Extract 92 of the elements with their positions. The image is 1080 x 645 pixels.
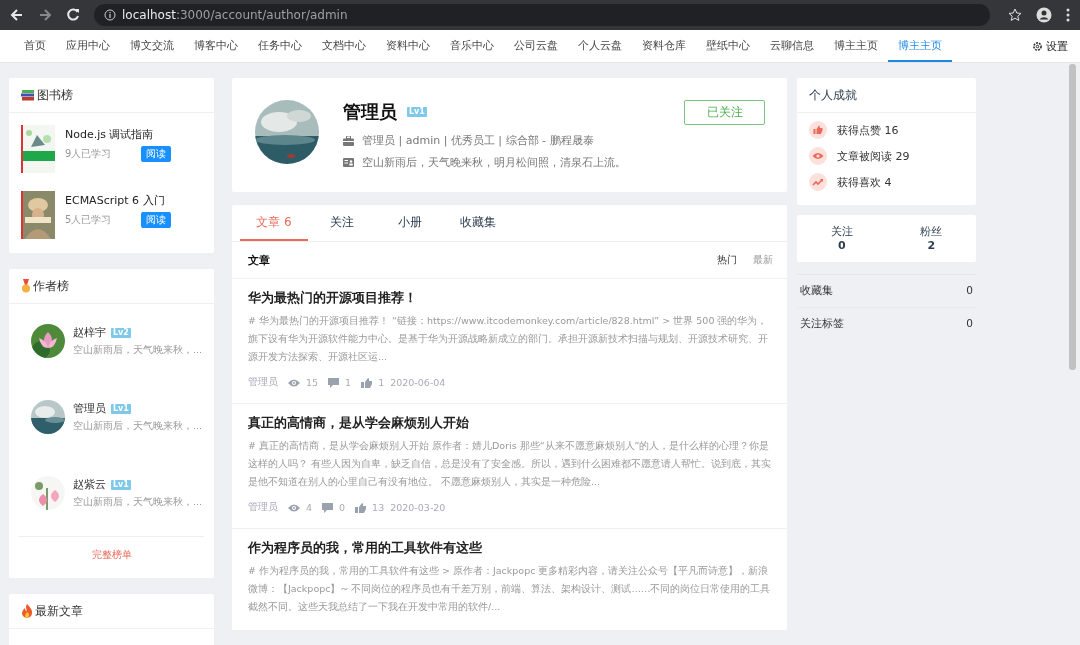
trend-up-icon <box>809 173 827 191</box>
learner-count: 5人已学习 <box>65 213 112 227</box>
author-bio: 空山新雨后，天气晚来秋，... <box>73 420 203 433</box>
nav-item[interactable]: 首页 <box>14 30 56 62</box>
briefcase-icon <box>343 135 354 146</box>
card-title: 作者榜 <box>33 277 69 295</box>
thumbs-up-icon <box>355 502 367 513</box>
article-date: 2020-03-20 <box>390 502 446 513</box>
author-name[interactable]: 赵紫云 <box>73 477 106 492</box>
comment-icon <box>328 377 340 388</box>
nav-item[interactable]: 资料仓库 <box>632 30 696 62</box>
nav-item[interactable]: 壁纸中心 <box>696 30 760 62</box>
profile-bio: 空山新雨后，天气晚来秋，明月松间照，清泉石上流。 <box>362 155 626 170</box>
nav-item[interactable]: 应用中心 <box>56 30 120 62</box>
like-count: 1 <box>378 377 385 388</box>
books-icon <box>21 89 35 101</box>
achievement-text: 获得喜欢 4 <box>837 174 892 190</box>
stat-label[interactable]: 粉丝 <box>920 224 943 239</box>
view-count: 15 <box>306 377 319 388</box>
learner-count: 9人已学习 <box>65 147 112 161</box>
more-icon <box>1066 8 1070 22</box>
card-title: 最新文章 <box>35 602 83 620</box>
profile-info-text: 管理员 | admin | 优秀员工 | 综合部 - 鹏程晟泰 <box>362 133 594 148</box>
nav-item[interactable]: 博主主页 <box>824 30 888 62</box>
tab[interactable]: 关注 <box>308 205 376 241</box>
article-title[interactable]: 真正的高情商，是从学会麻烦别人开始 <box>248 414 773 432</box>
comment-count: 1 <box>345 377 352 388</box>
nav-item[interactable]: 文档中心 <box>312 30 376 62</box>
count-value: 0 <box>966 317 973 331</box>
fire-icon <box>21 604 33 618</box>
forward-icon <box>38 8 52 22</box>
achievement-text: 获得点赞 16 <box>837 122 899 138</box>
article-title[interactable]: 华为最热门的开源项目推荐！ <box>248 289 773 307</box>
star-icon <box>1008 8 1022 22</box>
tab[interactable]: 小册 <box>376 205 444 241</box>
card-title: 个人成就 <box>809 86 857 104</box>
thumbs-up-icon <box>809 121 827 139</box>
article-author: 管理员 <box>248 376 278 389</box>
view-count: 4 <box>306 502 313 513</box>
eye-icon <box>288 502 300 513</box>
tab[interactable]: 收藏集 <box>444 205 512 241</box>
list-title: 文章 <box>248 252 270 268</box>
count-value: 0 <box>966 284 973 298</box>
article-title[interactable]: 作为程序员的我，常用的工具软件有这些 <box>248 539 773 557</box>
stat-value: 2 <box>926 239 937 252</box>
card-title: 图书榜 <box>37 86 73 104</box>
count-label[interactable]: 收藏集 <box>800 284 833 298</box>
level-badge: Lv2 <box>111 327 131 338</box>
like-count: 13 <box>372 502 385 513</box>
sort-link[interactable]: 热门 <box>717 253 737 267</box>
nav-item[interactable]: 任务中心 <box>248 30 312 62</box>
id-card-icon <box>343 158 354 167</box>
thumbs-up-icon <box>361 377 373 388</box>
author-bio: 空山新雨后，天气晚来秋，... <box>73 344 203 357</box>
stat-label[interactable]: 关注 <box>830 224 853 239</box>
nav-item[interactable]: 博客中心 <box>184 30 248 62</box>
nav-item[interactable]: 公司云盘 <box>504 30 568 62</box>
article-author: 管理员 <box>248 501 278 514</box>
achievement-text: 文章被阅读 29 <box>837 148 910 164</box>
nav-item[interactable]: 资料中心 <box>376 30 440 62</box>
eye-icon <box>288 377 300 388</box>
article-date: 2020-06-04 <box>390 377 446 388</box>
nav-item[interactable]: 音乐中心 <box>440 30 504 62</box>
settings-link[interactable]: 设置 <box>1032 30 1080 62</box>
nav-item[interactable]: 博主主页 <box>888 30 952 62</box>
settings-icon <box>1032 40 1043 52</box>
profile-name: 管理员 <box>343 100 397 124</box>
account-icon <box>1036 7 1052 23</box>
count-label[interactable]: 关注标签 <box>800 317 844 331</box>
level-badge: Lv1 <box>407 107 427 117</box>
medal-icon <box>21 279 31 293</box>
scrollbar[interactable] <box>1069 64 1076 370</box>
comment-count: 0 <box>339 502 346 513</box>
stat-value: 0 <box>836 239 847 252</box>
author-name[interactable]: 管理员 <box>73 401 106 416</box>
address-bar[interactable]: localhost:3000/account/author/admin <box>94 4 990 26</box>
book-title[interactable]: Node.js 调试指南 <box>65 127 172 142</box>
back-icon <box>10 8 24 22</box>
comment-icon <box>322 502 334 513</box>
level-badge: Lv1 <box>111 403 131 414</box>
url-text: localhost:3000/account/author/admin <box>122 8 348 22</box>
article-excerpt: # 华为最热门的开源项目推荐！ “链接：https://www.itcodemonkey.com/article/828.html” > 世界 500 强的华为，旗下设有华为开源软件能力中心。是基于华为开源战略新成立的部门。承担开源新技术扫描与规划、开源技术研究、开源开发方法探索、开源社区运... <box>248 314 769 364</box>
eye-icon <box>809 147 827 165</box>
info-icon <box>104 9 116 21</box>
nav-item[interactable]: 云聊信息 <box>760 30 824 62</box>
book-title[interactable]: ECMAScript 6 入门 <box>65 193 172 208</box>
reload-icon <box>66 8 80 22</box>
nav-item[interactable]: 博文交流 <box>120 30 184 62</box>
level-badge: Lv1 <box>111 479 131 490</box>
author-bio: 空山新雨后，天气晚来秋，... <box>73 496 203 509</box>
nav-item[interactable]: 个人云盘 <box>568 30 632 62</box>
author-name[interactable]: 赵梓宇 <box>73 325 106 340</box>
